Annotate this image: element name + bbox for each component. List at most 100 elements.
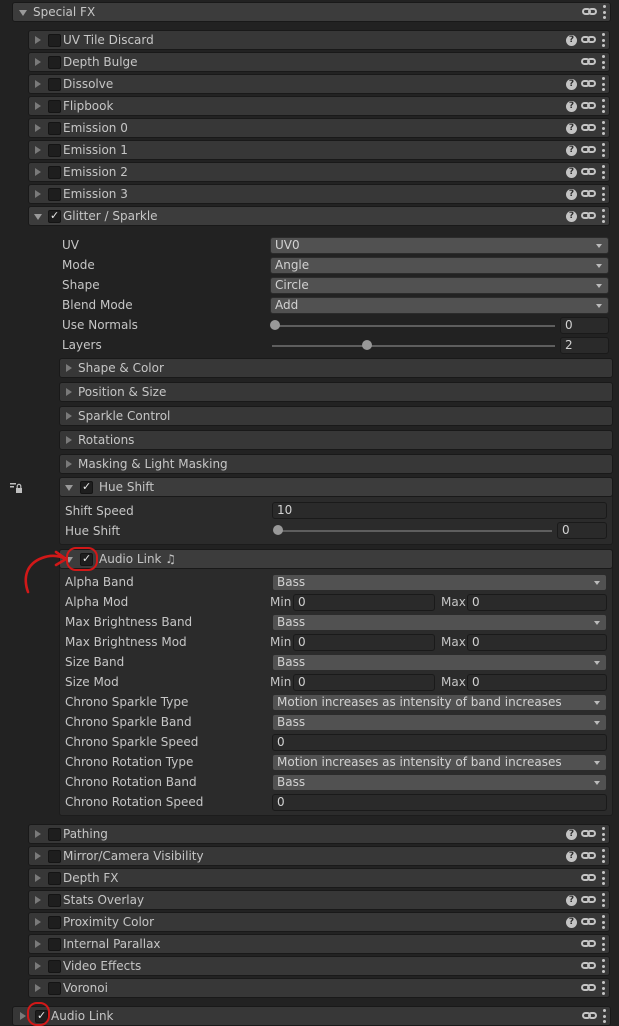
module-voronoi[interactable]: Voronoi xyxy=(28,978,610,998)
link-icon[interactable] xyxy=(581,55,597,69)
foldout-arrow-icon[interactable] xyxy=(35,58,41,66)
module-stats-overlay[interactable]: Stats Overlay ? xyxy=(28,890,610,910)
module-depth-fx[interactable]: Depth FX xyxy=(28,868,610,888)
alpha-mod-min-field[interactable]: 0 xyxy=(293,594,435,611)
module-video-effects[interactable]: Video Effects xyxy=(28,956,610,976)
foldout-arrow-icon[interactable] xyxy=(35,124,41,132)
module-emission-3[interactable]: Emission 3 ? xyxy=(28,184,610,204)
subsection-rotations[interactable]: Rotations xyxy=(59,430,613,450)
foldout-arrow-icon[interactable] xyxy=(35,190,41,198)
help-icon[interactable]: ? xyxy=(566,894,577,906)
kebab-menu-icon[interactable] xyxy=(601,121,605,135)
chrono-sparkle-type-dropdown[interactable]: Motion increases as intensity of band in… xyxy=(272,694,607,711)
foldout-arrow-icon[interactable] xyxy=(66,412,72,420)
foldout-arrow-icon[interactable] xyxy=(35,146,41,154)
link-icon[interactable] xyxy=(581,187,597,201)
special-fx-header[interactable]: Special FX xyxy=(12,2,611,22)
help-icon[interactable]: ? xyxy=(566,122,577,134)
kebab-menu-icon[interactable] xyxy=(601,871,605,885)
link-icon[interactable] xyxy=(581,77,597,91)
subsection-masking[interactable]: Masking & Light Masking xyxy=(59,454,613,474)
link-icon[interactable] xyxy=(581,143,597,157)
kebab-menu-icon[interactable] xyxy=(601,209,605,223)
max-brightness-mod-min-field[interactable]: 0 xyxy=(293,634,435,651)
foldout-arrow-icon[interactable] xyxy=(35,940,41,948)
foldout-arrow-icon[interactable] xyxy=(35,874,41,882)
module-checkbox[interactable] xyxy=(48,828,61,841)
help-icon[interactable]: ? xyxy=(566,34,577,46)
module-checkbox[interactable] xyxy=(48,872,61,885)
foldout-arrow-icon[interactable] xyxy=(35,962,41,970)
foldout-arrow-icon[interactable] xyxy=(35,918,41,926)
module-proximity-color[interactable]: Proximity Color ? xyxy=(28,912,610,932)
module-checkbox[interactable] xyxy=(48,894,61,907)
kebab-menu-icon[interactable] xyxy=(601,99,605,113)
foldout-arrow-icon[interactable] xyxy=(35,36,41,44)
module-uv-tile-discard[interactable]: UV Tile Discard ? xyxy=(28,30,610,50)
kebab-menu-icon[interactable] xyxy=(601,849,605,863)
module-dissolve[interactable]: Dissolve ? xyxy=(28,74,610,94)
hue-shift-slider-track[interactable] xyxy=(276,530,552,532)
uv-dropdown[interactable]: UV0 xyxy=(270,237,609,254)
mode-dropdown[interactable]: Angle xyxy=(270,257,609,274)
link-icon[interactable] xyxy=(581,33,597,47)
module-checkbox[interactable] xyxy=(48,982,61,995)
help-icon[interactable]: ? xyxy=(566,144,577,156)
help-icon[interactable]: ? xyxy=(566,78,577,90)
alpha-band-dropdown[interactable]: Bass xyxy=(272,574,607,591)
link-icon[interactable] xyxy=(581,121,597,135)
use-normals-slider-handle[interactable] xyxy=(270,320,280,330)
help-icon[interactable]: ? xyxy=(566,850,577,862)
kebab-menu-icon[interactable] xyxy=(601,959,605,973)
chrono-sparkle-speed-field[interactable]: 0 xyxy=(272,734,607,751)
subsection-position-size[interactable]: Position & Size xyxy=(59,382,613,402)
link-icon[interactable] xyxy=(581,871,597,885)
foldout-arrow-icon[interactable] xyxy=(34,214,42,220)
kebab-menu-icon[interactable] xyxy=(602,5,606,19)
link-icon[interactable] xyxy=(582,1009,598,1023)
foldout-arrow-icon[interactable] xyxy=(66,460,72,468)
foldout-arrow-icon[interactable] xyxy=(65,485,73,491)
max-brightness-mod-max-field[interactable]: 0 xyxy=(467,634,607,651)
size-mod-min-field[interactable]: 0 xyxy=(293,674,435,691)
foldout-arrow-icon[interactable] xyxy=(35,896,41,904)
hue-shift-slider-handle[interactable] xyxy=(273,525,283,535)
foldout-arrow-icon[interactable] xyxy=(66,388,72,396)
module-depth-bulge[interactable]: Depth Bulge xyxy=(28,52,610,72)
chrono-rotation-type-dropdown[interactable]: Motion increases as intensity of band in… xyxy=(272,754,607,771)
help-icon[interactable]: ? xyxy=(566,916,577,928)
chrono-sparkle-band-dropdown[interactable]: Bass xyxy=(272,714,607,731)
use-normals-slider-track[interactable] xyxy=(272,325,555,327)
shape-dropdown[interactable]: Circle xyxy=(270,277,609,294)
foldout-arrow-icon[interactable] xyxy=(35,984,41,992)
link-icon[interactable] xyxy=(581,959,597,973)
layers-field[interactable]: 2 xyxy=(560,337,609,354)
help-icon[interactable]: ? xyxy=(566,210,577,222)
chrono-rotation-band-dropdown[interactable]: Bass xyxy=(272,774,607,791)
link-icon[interactable] xyxy=(581,827,597,841)
link-icon[interactable] xyxy=(581,893,597,907)
module-checkbox[interactable] xyxy=(48,960,61,973)
foldout-arrow-icon[interactable] xyxy=(35,80,41,88)
max-brightness-band-dropdown[interactable]: Bass xyxy=(272,614,607,631)
kebab-menu-icon[interactable] xyxy=(601,143,605,157)
hue-shift-field[interactable]: 0 xyxy=(557,522,607,539)
link-icon[interactable] xyxy=(581,209,597,223)
help-icon[interactable]: ? xyxy=(566,828,577,840)
link-icon[interactable] xyxy=(581,915,597,929)
kebab-menu-icon[interactable] xyxy=(601,893,605,907)
kebab-menu-icon[interactable] xyxy=(601,33,605,47)
link-icon[interactable] xyxy=(581,937,597,951)
blend-mode-dropdown[interactable]: Add xyxy=(270,297,609,314)
subsection-sparkle-control[interactable]: Sparkle Control xyxy=(59,406,613,426)
layers-slider-track[interactable] xyxy=(272,345,555,347)
module-internal-parallax[interactable]: Internal Parallax xyxy=(28,934,610,954)
module-checkbox[interactable] xyxy=(48,938,61,951)
module-emission-1[interactable]: Emission 1 ? xyxy=(28,140,610,160)
link-icon[interactable] xyxy=(581,981,597,995)
subsection-shape-color[interactable]: Shape & Color xyxy=(59,358,613,378)
link-icon[interactable] xyxy=(581,849,597,863)
module-checkbox[interactable] xyxy=(48,166,61,179)
module-checkbox[interactable] xyxy=(48,78,61,91)
module-checkbox[interactable] xyxy=(48,122,61,135)
